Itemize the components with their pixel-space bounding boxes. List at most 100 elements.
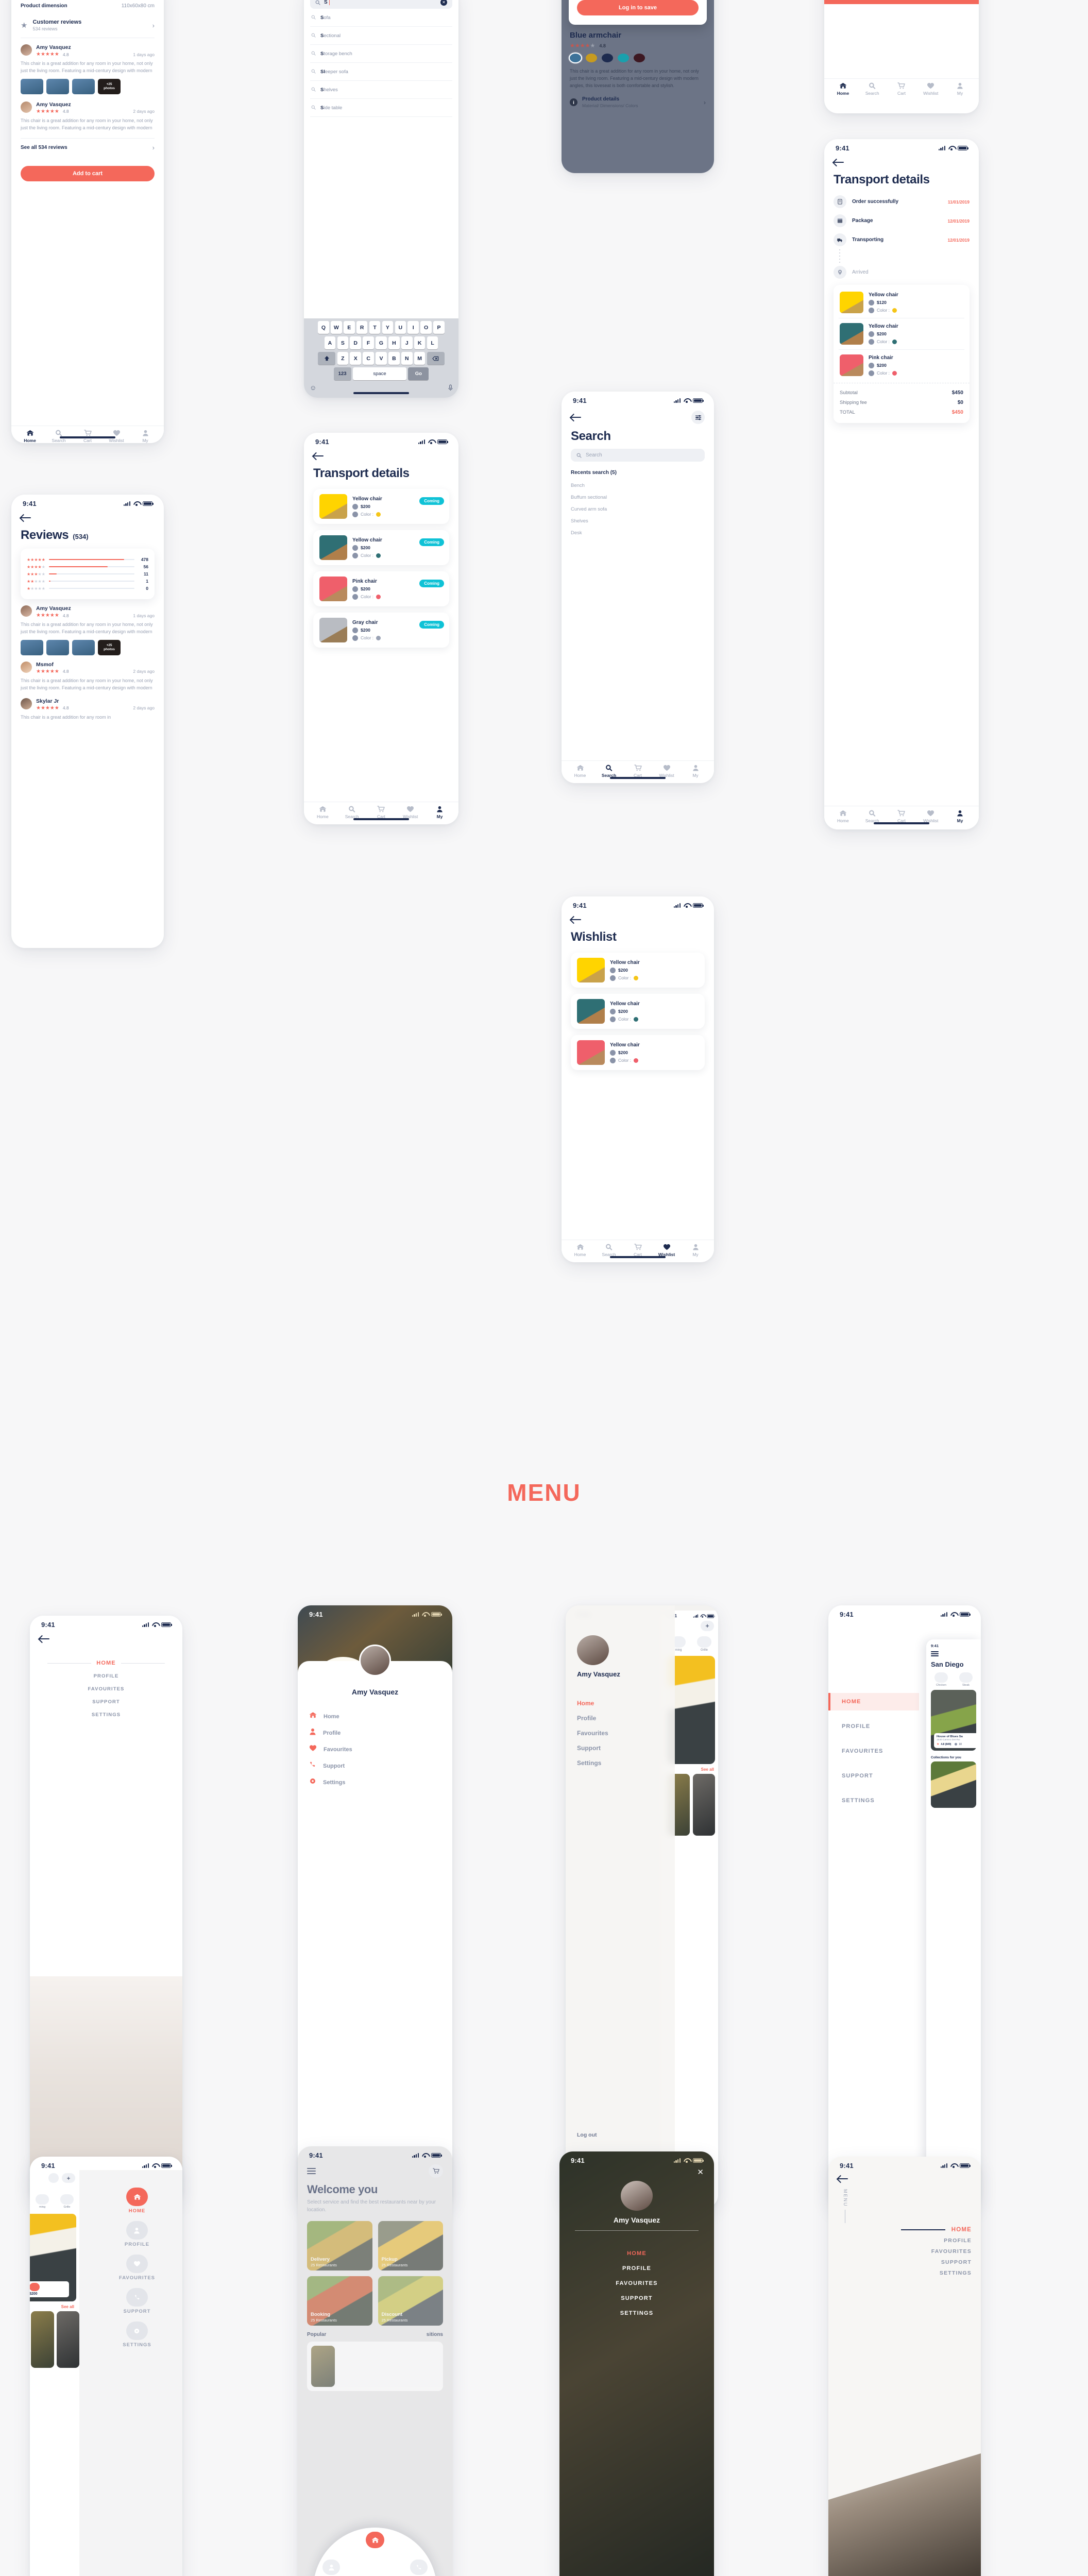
see-all-reviews-row[interactable]: See all 534 reviews › xyxy=(21,139,155,157)
service-card[interactable]: Pickup 25 Restaurants xyxy=(378,2221,443,2270)
menu-item-home[interactable]: HOME xyxy=(96,1660,115,1666)
tab-wishlist[interactable]: Wishlist xyxy=(652,765,681,778)
color-swatch[interactable] xyxy=(602,54,613,62)
go-key[interactable]: Go xyxy=(408,367,429,380)
product-card[interactable]: Yellow chair $200 Color : Coming xyxy=(313,489,449,524)
tab-search[interactable]: Search xyxy=(858,810,887,823)
color-swatch[interactable] xyxy=(634,54,645,62)
back-button[interactable] xyxy=(313,452,325,460)
review-photo-strip[interactable]: +25 photos xyxy=(21,639,155,655)
review-photo-more[interactable]: +25 photos xyxy=(98,78,121,94)
menu-item-settings[interactable]: SETTINGS xyxy=(123,2321,151,2348)
menu-item-list[interactable]: HOME PROFILE FAVOURITES SUPPORT SETTINGS xyxy=(92,2188,182,2348)
menu-item-home[interactable]: HOME xyxy=(559,2250,714,2257)
service-card[interactable]: Delivery 25 Restaurants xyxy=(307,2221,372,2270)
back-button[interactable] xyxy=(39,1635,50,1643)
add-to-cart-button[interactable]: Add to cart xyxy=(21,165,155,181)
menu-item-profile[interactable]: Profile xyxy=(309,1728,441,1738)
back-button[interactable] xyxy=(834,158,845,166)
menu-item-favourites[interactable]: FAVOURITES xyxy=(119,2255,155,2281)
cart-button[interactable] xyxy=(429,2164,443,2178)
review-photo[interactable] xyxy=(72,639,95,655)
add-button[interactable]: + xyxy=(62,2173,75,2183)
product-card[interactable]: Pink chair $200 Color : Coming xyxy=(313,571,449,606)
menu-item-settings[interactable]: Settings xyxy=(309,1777,441,1787)
menu-item-list[interactable]: PROFILE FAVOURITES SUPPORT SETTINGS xyxy=(30,1673,182,1718)
bottom-tab-bar[interactable]: Home Search Cart Wishlist My xyxy=(562,760,714,778)
emoji-icon[interactable]: ☺ xyxy=(310,384,316,392)
collection-photo[interactable] xyxy=(693,1773,715,1836)
numbers-key[interactable]: 123 xyxy=(333,367,351,380)
service-card[interactable]: Booking 25 Restaurants xyxy=(307,2276,372,2326)
tab-my[interactable]: My xyxy=(681,1244,710,1257)
menu-item-favourites[interactable]: FAVOURITES xyxy=(559,2280,714,2286)
menu-item-list[interactable]: Home Profile Favourites Support Settings xyxy=(309,1711,441,1787)
menu-item-support[interactable]: Support xyxy=(577,1744,664,1752)
menu-item-favourites[interactable]: Favourites xyxy=(577,1730,664,1737)
review-photo[interactable] xyxy=(46,78,69,94)
bottom-tab-bar[interactable]: Home Search Cart Wishlist My xyxy=(562,1240,714,1257)
bottom-tab-bar[interactable]: Home Search Cart Wishlist My xyxy=(824,806,979,823)
menu-item-settings[interactable]: Settings xyxy=(577,1759,664,1767)
keyboard-row-3[interactable]: ZXCVBNM xyxy=(305,352,457,365)
collection-photo[interactable] xyxy=(931,1761,976,1808)
color-swatch-list[interactable] xyxy=(570,54,706,62)
menu-item-home[interactable]: HOME xyxy=(828,1693,919,1710)
keyboard-footer[interactable]: ☺ xyxy=(305,383,457,392)
review-photo-more[interactable]: +25 photos xyxy=(98,639,121,655)
category-icon[interactable] xyxy=(36,2194,49,2205)
key-U[interactable]: U xyxy=(395,321,406,334)
menu-item-list[interactable]: Home Profile Favourites Support Settings xyxy=(577,1700,664,1767)
review-photo-strip[interactable]: +25 photos xyxy=(21,78,155,94)
key-M[interactable]: M xyxy=(414,352,426,365)
key-O[interactable]: O xyxy=(420,321,432,334)
radial-menu[interactable]: ✕ xyxy=(313,2528,437,2576)
key-A[interactable]: A xyxy=(324,336,336,349)
peek-app-panel[interactable]: + ming Grille $200 See all xyxy=(30,2170,79,2576)
key-C[interactable]: C xyxy=(363,352,374,365)
category-icon[interactable] xyxy=(934,1672,948,1683)
product-card[interactable]: Yellow chair $200 Color : xyxy=(571,994,705,1029)
menu-item-home[interactable]: HOME xyxy=(951,2227,972,2233)
key-B[interactable]: B xyxy=(388,352,400,365)
radial-profile-button[interactable] xyxy=(322,2560,340,2575)
see-all-link[interactable]: See all xyxy=(30,2301,79,2309)
search-suggestion[interactable]: Sleeper sofa xyxy=(310,63,452,81)
recent-search-item[interactable]: Bench xyxy=(571,480,705,492)
product-card[interactable]: Yellow chair $200 Color : xyxy=(571,953,705,988)
search-suggestion[interactable]: Sofa xyxy=(310,9,452,27)
menu-item-favourites[interactable]: FAVOURITES xyxy=(828,1742,919,1760)
review-photo[interactable] xyxy=(21,639,43,655)
menu-item-profile[interactable]: PROFILE xyxy=(125,2221,149,2247)
menu-item-favourites[interactable]: FAVOURITES xyxy=(30,1686,182,1692)
radial-home-button[interactable] xyxy=(366,2532,384,2548)
recent-search-item[interactable]: Shelves xyxy=(571,515,705,527)
tab-home[interactable]: Home xyxy=(15,430,44,443)
menu-item-support[interactable]: SUPPORT xyxy=(828,1767,919,1785)
tab-search[interactable]: Search xyxy=(858,82,887,96)
search-suggestions[interactable]: Sofa Sectional Storage bench Sleeper sofa Sh… xyxy=(310,9,452,117)
back-button[interactable] xyxy=(838,2175,849,2183)
review-photo[interactable] xyxy=(72,78,95,94)
menu-item-profile[interactable]: Profile xyxy=(577,1715,664,1722)
tab-home[interactable]: Home xyxy=(828,810,858,823)
recent-search-item[interactable]: Curved arm sofa xyxy=(571,503,705,515)
key-W[interactable]: W xyxy=(331,321,342,334)
key-Y[interactable]: Y xyxy=(382,321,394,334)
search-suggestion[interactable]: Storage bench xyxy=(310,45,452,63)
menu-item-support[interactable]: SUPPORT xyxy=(941,2259,972,2265)
key-S[interactable]: S xyxy=(337,336,349,349)
tab-wishlist[interactable]: Wishlist xyxy=(396,806,425,819)
close-icon[interactable]: ✕ xyxy=(697,2167,704,2177)
menu-item-settings[interactable]: SETTINGS xyxy=(30,1712,182,1718)
menu-item-support[interactable]: Support xyxy=(309,1761,441,1771)
service-card-grid[interactable]: Delivery 25 Restaurants Pickup 25 Restauran… xyxy=(307,2221,443,2326)
backspace-key[interactable] xyxy=(427,352,445,365)
menu-item-settings[interactable]: SETTINGS xyxy=(828,1792,919,1809)
shift-key[interactable] xyxy=(318,352,336,365)
tab-cart[interactable]: Cart xyxy=(623,765,652,778)
key-E[interactable]: E xyxy=(344,321,355,334)
bottom-tab-bar[interactable]: Home Search Cart Wishlist My xyxy=(304,802,458,819)
tab-cart[interactable]: Cart xyxy=(623,1244,652,1257)
tab-cart[interactable]: Cart xyxy=(887,810,916,823)
